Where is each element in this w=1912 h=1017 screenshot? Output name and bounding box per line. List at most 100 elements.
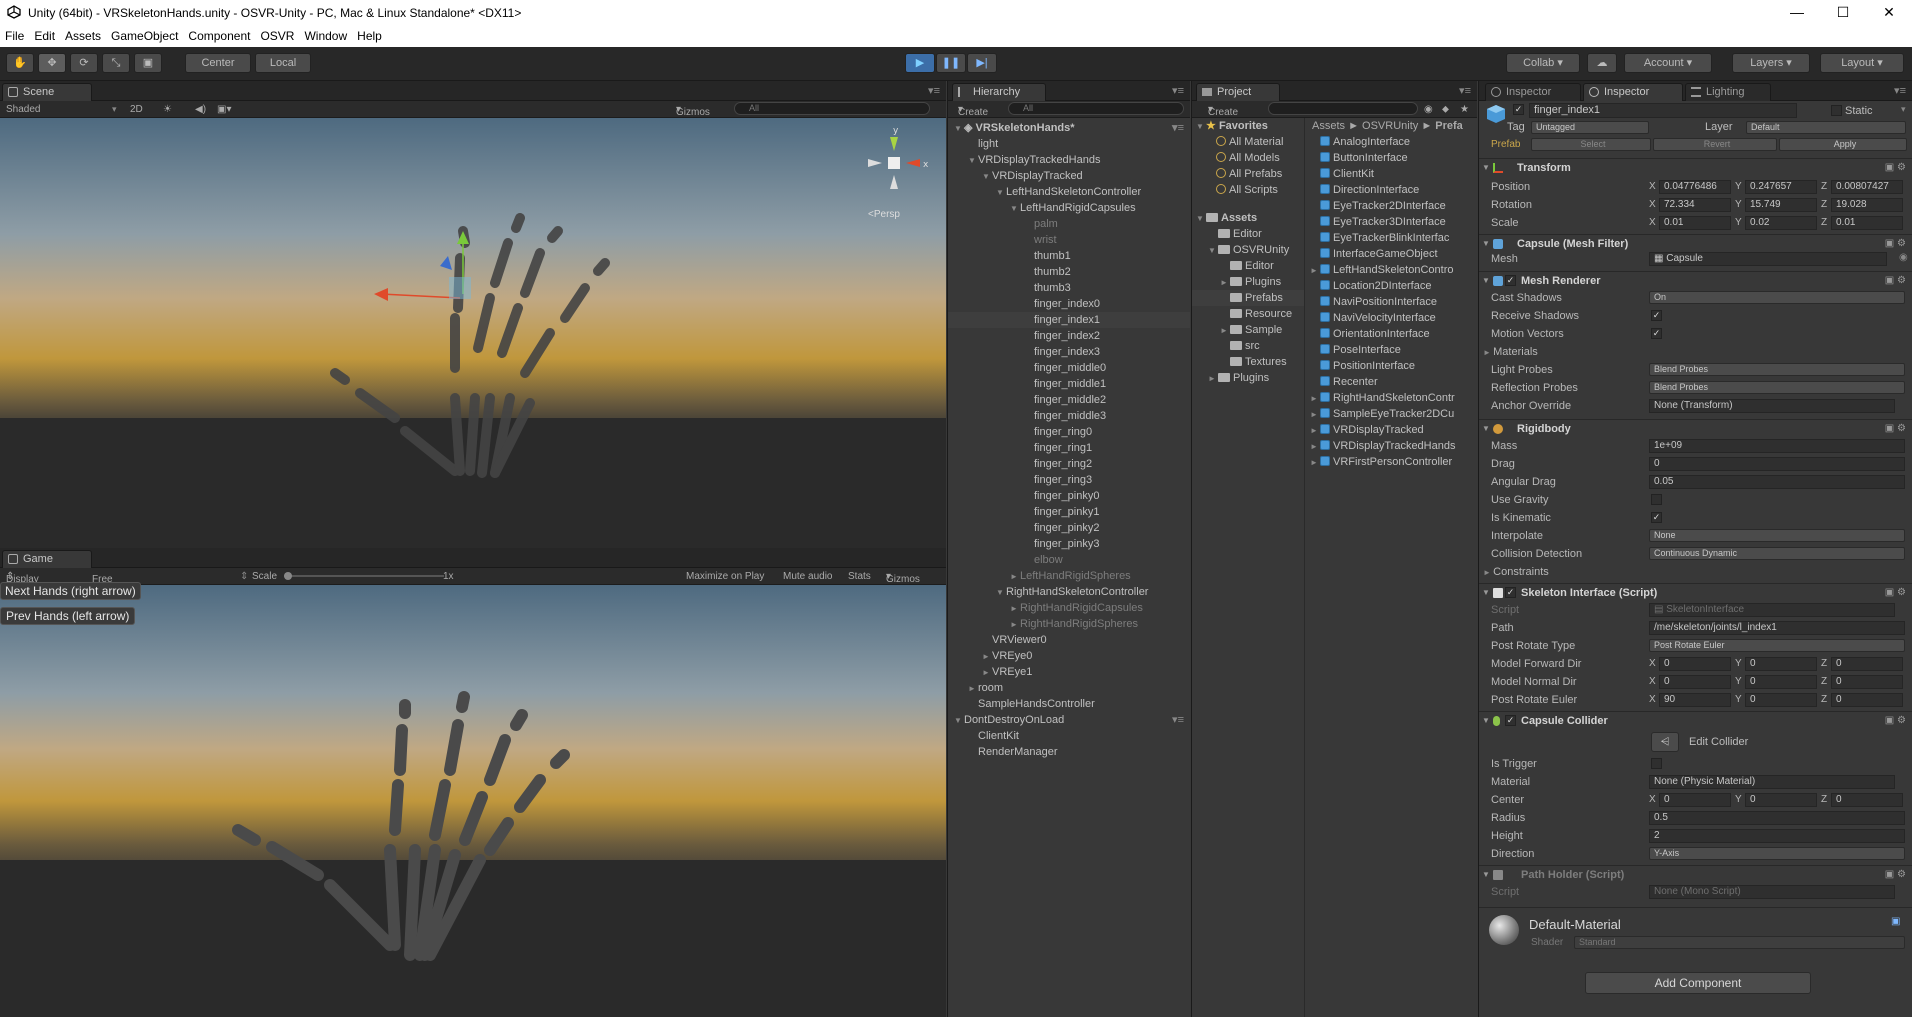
prefab-item[interactable]: InterfaceGameObject — [1306, 246, 1478, 262]
prefab-item[interactable]: ► VRDisplayTracked — [1306, 422, 1478, 438]
height-field[interactable]: 2 — [1649, 829, 1905, 843]
hierarchy-item[interactable]: ▼ DontDestroyOnLoad ▾≡ — [948, 712, 1190, 728]
angular-drag-field[interactable]: 0.05 — [1649, 475, 1905, 489]
material-help-icon[interactable]: ▣ — [1891, 916, 1900, 927]
tab-scene[interactable]: Scene — [2, 83, 92, 101]
hierarchy-search-input[interactable]: All — [1008, 102, 1184, 115]
prefab-item[interactable]: ClientKit — [1306, 166, 1478, 182]
hierarchy-item[interactable]: finger_middle0 — [948, 360, 1190, 376]
use-gravity-checkbox[interactable] — [1651, 494, 1662, 505]
move-plane-handle[interactable] — [449, 277, 471, 299]
foldout-arrow-icon[interactable]: ► — [1310, 439, 1320, 455]
hierarchy-item[interactable]: ClientKit — [948, 728, 1190, 744]
mesh-filter-component-header[interactable]: ▼ Capsule (Mesh Filter) ▣ ⚙ — [1479, 234, 1912, 253]
tab-inspector-2[interactable]: Inspector — [1583, 83, 1683, 101]
hierarchy-menu-icon[interactable]: ▾≡ — [1172, 84, 1184, 97]
display-dropdown[interactable]: Display 1 ⇕ — [6, 571, 39, 596]
collab-dropdown[interactable]: Collab ▾ — [1506, 53, 1580, 73]
foldout-arrow-icon[interactable]: ▼ — [996, 185, 1006, 201]
constraints-foldout[interactable]: ► Constraints — [1483, 565, 1906, 580]
hierarchy-item[interactable]: finger_pinky1 — [948, 504, 1190, 520]
shader-dropdown[interactable]: Standard — [1574, 936, 1905, 949]
foldout-arrow-icon[interactable]: ► — [1010, 569, 1020, 585]
hand-tool-button[interactable]: ✋ — [6, 53, 34, 73]
materials-foldout[interactable]: ► Materials — [1483, 345, 1906, 360]
component-settings-gear-icon[interactable]: ▣ ⚙ — [1885, 866, 1906, 884]
reflection-probes-dropdown[interactable]: Blend Probes — [1649, 381, 1905, 394]
hierarchy-item[interactable]: finger_index1 — [948, 312, 1190, 328]
hierarchy-item[interactable]: finger_pinky0 — [948, 488, 1190, 504]
hierarchy-item[interactable]: finger_middle3 — [948, 408, 1190, 424]
assets-root[interactable]: ▼ Assets — [1192, 210, 1304, 226]
scale-y-field[interactable]: 0.02 — [1745, 216, 1817, 230]
shading-mode-dropdown[interactable]: Shaded — [6, 104, 40, 115]
foldout-arrow-icon[interactable]: ► — [1310, 263, 1320, 279]
hierarchy-item[interactable]: ▼ LeftHandSkeletonController — [948, 184, 1190, 200]
next-hands-button[interactable]: Next Hands (right arrow) — [0, 582, 141, 600]
anchor-override-field[interactable]: None (Transform) — [1649, 399, 1895, 413]
menu-edit[interactable]: Edit — [29, 25, 60, 43]
active-checkbox[interactable]: ✓ — [1513, 104, 1524, 115]
menu-help[interactable]: Help — [352, 25, 387, 43]
mesh-renderer-enabled-checkbox[interactable]: ✓ — [1505, 275, 1516, 286]
hierarchy-item[interactable]: finger_index2 — [948, 328, 1190, 344]
breadcrumb-prefabs[interactable]: Prefa — [1435, 120, 1463, 132]
motion-vectors-checkbox[interactable]: ✓ — [1651, 328, 1662, 339]
rotation-z-field[interactable]: 19.028 — [1831, 198, 1903, 212]
hierarchy-item[interactable]: VRViewer0 — [948, 632, 1190, 648]
menu-window[interactable]: Window — [299, 25, 352, 43]
prefab-item[interactable]: PoseInterface — [1306, 342, 1478, 358]
folder-item[interactable]: Prefabs — [1192, 290, 1304, 306]
favorite-item[interactable]: All Prefabs — [1192, 166, 1304, 182]
transform-component-header[interactable]: ▼ Transform ▣ ⚙ — [1479, 158, 1912, 177]
game-gizmos-dropdown[interactable]: Gizmos ▾ — [886, 571, 920, 585]
layer-dropdown[interactable]: Default — [1746, 121, 1906, 134]
component-settings-gear-icon[interactable]: ▣ ⚙ — [1885, 712, 1906, 730]
prefab-item[interactable]: ► RightHandSkeletonContr — [1306, 390, 1478, 406]
layers-dropdown[interactable]: Layers ▾ — [1732, 53, 1810, 73]
hierarchy-item[interactable]: ► room — [948, 680, 1190, 696]
hierarchy-item[interactable]: ► RightHandRigidCapsules — [948, 600, 1190, 616]
scale-slider-thumb[interactable] — [284, 572, 292, 580]
position-z-field[interactable]: 0.00807427 — [1831, 180, 1903, 194]
foldout-arrow-icon[interactable]: ► — [982, 649, 992, 665]
prefab-item[interactable]: ► LeftHandSkeletonContro — [1306, 262, 1478, 278]
foldout-arrow-icon[interactable]: ▼ — [1208, 243, 1218, 259]
prefab-item[interactable]: ► SampleEyeTracker2DCu — [1306, 406, 1478, 422]
folder-item[interactable]: Editor — [1192, 226, 1304, 242]
hierarchy-item[interactable]: finger_middle1 — [948, 376, 1190, 392]
tab-project[interactable]: Project — [1196, 83, 1280, 101]
step-button[interactable]: ▶| — [967, 53, 997, 73]
interpolate-dropdown[interactable]: None — [1649, 529, 1905, 542]
mesh-object-field[interactable]: ▦ Capsule — [1649, 252, 1887, 266]
mass-field[interactable]: 1e+09 — [1649, 439, 1905, 453]
hierarchy-item[interactable]: thumb2 — [948, 264, 1190, 280]
account-dropdown[interactable]: Account ▾ — [1624, 53, 1712, 73]
filter-label-icon[interactable]: ⬥ — [1442, 104, 1449, 115]
foldout-arrow-icon[interactable]: ► — [1220, 323, 1230, 339]
scene-gizmos-dropdown[interactable]: Gizmos ▾ — [676, 104, 710, 118]
foldout-arrow-icon[interactable]: ► — [1010, 601, 1020, 617]
prefab-item[interactable]: EyeTracker3DInterface — [1306, 214, 1478, 230]
pivot-center-toggle[interactable]: Center — [185, 53, 251, 73]
prefab-item[interactable]: Location2DInterface — [1306, 278, 1478, 294]
post-rotate-type-dropdown[interactable]: Post Rotate Euler — [1649, 639, 1905, 652]
folder-item[interactable]: Textures — [1192, 354, 1304, 370]
folder-item[interactable]: src — [1192, 338, 1304, 354]
rotation-y-field[interactable]: 15.749 — [1745, 198, 1817, 212]
hierarchy-item[interactable]: wrist — [948, 232, 1190, 248]
maximize-button[interactable]: ☐ — [1820, 0, 1866, 25]
panel-menu-icon[interactable]: ▾≡ — [928, 84, 940, 97]
component-settings-gear-icon[interactable]: ▣ ⚙ — [1885, 420, 1906, 438]
play-button[interactable]: ▶ — [905, 53, 935, 73]
x-axis-handle[interactable] — [379, 293, 461, 299]
prefab-apply-button[interactable]: Apply — [1779, 138, 1907, 151]
move-tool-button[interactable]: ✥ — [38, 53, 66, 73]
project-menu-icon[interactable]: ▾≡ — [1459, 84, 1471, 97]
close-button[interactable]: ✕ — [1866, 0, 1912, 25]
effects-dropdown-icon[interactable]: ▣▾ — [217, 104, 231, 115]
foldout-arrow-icon[interactable]: ► — [1310, 391, 1320, 407]
tab-lighting[interactable]: Lighting — [1685, 83, 1771, 101]
hierarchy-item[interactable]: palm — [948, 216, 1190, 232]
tab-inspector-1[interactable]: Inspector — [1485, 83, 1581, 101]
